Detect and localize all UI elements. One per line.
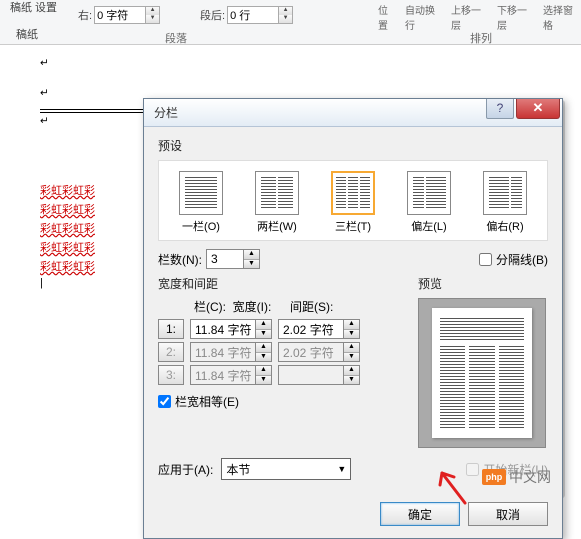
spin-up-icon[interactable]: ▲	[146, 7, 159, 15]
width-spacing-label: 宽度和间距	[158, 275, 406, 292]
spacing-2-input: ▲▼	[278, 342, 360, 362]
chevron-down-icon: ▼	[337, 464, 346, 474]
presets-label: 预设	[158, 137, 548, 154]
width-3-input: ▲▼	[190, 365, 272, 385]
watermark: php 中文网	[482, 467, 551, 487]
preset-three-columns[interactable]: 三栏(T)	[329, 169, 377, 236]
ribbon-position[interactable]: 位置	[378, 2, 397, 32]
gaozhi-label: 稿纸	[16, 26, 38, 42]
preset-right[interactable]: 偏右(R)	[481, 169, 529, 236]
dialog-titlebar[interactable]: 分栏 ? ✕	[144, 99, 562, 127]
col-index-2: 2:	[158, 342, 184, 362]
ribbon-bar: 稿纸 设置 稿纸 右: ▲▼ 段后: ▲▼ 段落 位置 自动换行 上移一层 下移…	[0, 0, 581, 45]
width-1-input[interactable]: ▲▼	[190, 319, 272, 339]
indent-right-label: 右:	[78, 7, 92, 23]
indent-right-input[interactable]: ▲▼	[94, 6, 160, 24]
apply-to-label: 应用于(A):	[158, 461, 213, 478]
num-columns-input[interactable]: ▲▼	[206, 249, 260, 269]
spacing-1-input[interactable]: ▲▼	[278, 319, 360, 339]
width-2-input: ▲▼	[190, 342, 272, 362]
ribbon-selection[interactable]: 选择窗格	[543, 2, 581, 32]
spacing-after-label: 段后:	[200, 7, 225, 23]
spin-down-icon[interactable]: ▼	[279, 15, 292, 23]
ribbon-wrap[interactable]: 自动换行	[405, 2, 443, 32]
equal-width-checkbox[interactable]: 栏宽相等(E)	[158, 393, 406, 410]
col-index-1: 1:	[158, 319, 184, 339]
ok-button[interactable]: 确定	[380, 502, 460, 526]
spin-up-icon[interactable]: ▲	[244, 250, 259, 260]
paragraph-group-label: 段落	[165, 30, 187, 46]
preview-label: 预览	[418, 275, 548, 292]
help-button[interactable]: ?	[486, 99, 514, 119]
spacing-after-input[interactable]: ▲▼	[227, 6, 293, 24]
gaozhi-setting[interactable]: 稿纸 设置	[10, 2, 57, 14]
col-index-3: 3:	[158, 365, 184, 385]
spacing-label: 间距(S):	[290, 298, 333, 315]
separator-line-checkbox[interactable]: 分隔线(B)	[479, 251, 548, 268]
preset-one-column[interactable]: 一栏(O)	[177, 169, 225, 236]
ribbon-forward[interactable]: 上移一层	[451, 2, 489, 32]
dialog-title: 分栏	[154, 104, 178, 121]
preset-left[interactable]: 偏左(L)	[405, 169, 453, 236]
close-button[interactable]: ✕	[516, 99, 560, 119]
spacing-3-input: ▲▼	[278, 365, 360, 385]
php-logo-icon: php	[482, 469, 506, 485]
presets-group: 一栏(O) 两栏(W) 三栏(T) 偏左(L) 偏右(R)	[158, 160, 548, 241]
preset-two-columns[interactable]: 两栏(W)	[253, 169, 301, 236]
col-label: 栏(C): 宽度(I):	[194, 298, 282, 315]
preview-canvas	[418, 298, 546, 448]
arrange-group-label: 排列	[470, 30, 492, 46]
apply-to-select[interactable]: 本节 ▼	[221, 458, 351, 480]
num-columns-label: 栏数(N):	[158, 251, 202, 268]
spin-down-icon[interactable]: ▼	[146, 15, 159, 23]
spin-up-icon[interactable]: ▲	[279, 7, 292, 15]
spin-down-icon[interactable]: ▼	[244, 260, 259, 269]
cancel-button[interactable]: 取消	[468, 502, 548, 526]
ribbon-backward[interactable]: 下移一层	[497, 2, 535, 32]
